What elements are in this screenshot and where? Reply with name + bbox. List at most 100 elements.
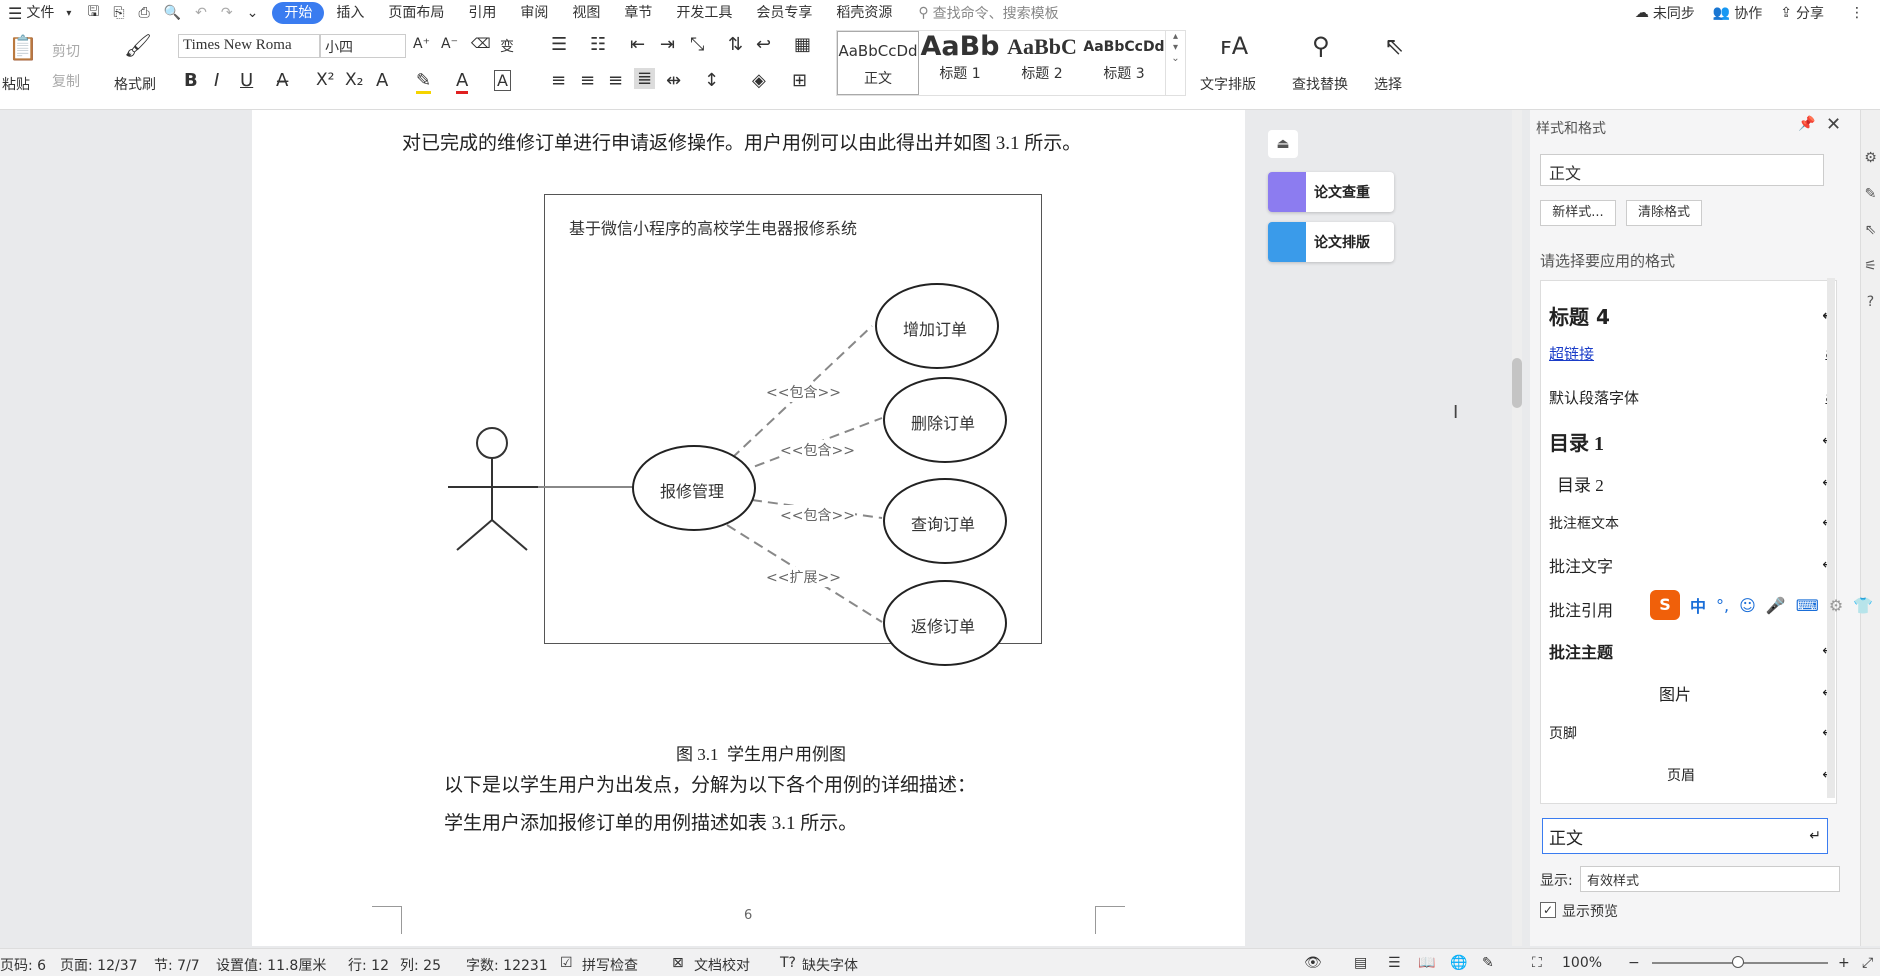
ime-toolbar[interactable]: S 中 °, ☺ 🎤 ⌨ ⚙ 👕 xyxy=(1650,590,1873,620)
chinese-layout-icon[interactable]: ⤡ xyxy=(690,34,704,55)
tab-insert[interactable]: 插入 xyxy=(324,2,376,24)
highlight-icon[interactable]: ✎ xyxy=(416,70,432,94)
ime-mode[interactable]: 中 xyxy=(1690,593,1706,617)
preview-icon[interactable]: 🔍 xyxy=(164,5,181,21)
align-right-icon[interactable]: ≡ xyxy=(608,70,623,91)
zoom-in-icon[interactable]: + xyxy=(1838,955,1850,971)
status-words[interactable]: 字数: 12231 xyxy=(466,955,548,975)
command-search[interactable]: 查找命令、搜索模板 xyxy=(933,3,1059,23)
web-view-icon[interactable]: 🌐 xyxy=(1450,955,1467,971)
zoom-slider-thumb[interactable] xyxy=(1732,956,1744,968)
format-painter-button[interactable]: 格式刷 xyxy=(114,74,156,94)
sidebar-icon[interactable]: ⇖ xyxy=(1861,222,1880,238)
style-item[interactable]: 页眉↵ xyxy=(1549,765,1834,785)
sidebar-icon[interactable]: ⚟ xyxy=(1861,258,1880,274)
shrink-font-icon[interactable]: A⁻ xyxy=(441,36,458,52)
tab-references[interactable]: 引用 xyxy=(456,2,508,24)
current-style-select[interactable]: 正文 xyxy=(1540,154,1824,186)
zoom-level[interactable]: 100% xyxy=(1562,955,1602,971)
font-color-icon[interactable]: A xyxy=(456,70,469,94)
font-size-select[interactable]: 小四 xyxy=(320,34,406,58)
text-effect-icon[interactable]: A xyxy=(376,70,388,91)
tab-home[interactable]: 开始 xyxy=(272,2,325,24)
print-icon[interactable]: ⎙ xyxy=(139,5,150,21)
font-family-select[interactable]: Times New Roma xyxy=(178,34,320,58)
sidebar-icon[interactable]: ✎ xyxy=(1861,186,1880,202)
style-item[interactable]: 标题 4↵ xyxy=(1549,301,1834,330)
text-layout-button[interactable]: 文字排版 xyxy=(1200,74,1256,94)
toolbox-icon[interactable]: ⚙ xyxy=(1829,596,1843,615)
close-icon[interactable]: ✕ xyxy=(1826,114,1841,135)
bullet-list-icon[interactable]: ☰ xyxy=(551,34,567,55)
style-item[interactable]: 页脚↵ xyxy=(1549,723,1834,743)
format-painter-icon[interactable]: 🖌 xyxy=(124,34,152,59)
save-icon[interactable]: 🖫 xyxy=(87,1,99,25)
italic-icon[interactable]: I xyxy=(214,70,219,91)
page-view-icon[interactable]: ▤ xyxy=(1354,955,1367,971)
strikethrough-icon[interactable]: A̶ xyxy=(276,70,288,91)
scrollbar-thumb[interactable] xyxy=(1512,358,1522,408)
paper-check-button[interactable]: 论文查重 xyxy=(1268,172,1394,212)
style-heading-2[interactable]: AaBbC 标题 2 xyxy=(1001,31,1083,95)
tab-developer[interactable]: 开发工具 xyxy=(664,2,744,24)
find-replace-button[interactable]: 查找替换 xyxy=(1292,74,1348,94)
distribute-icon[interactable]: ⇹ xyxy=(666,70,681,91)
outdent-icon[interactable]: ⇤ xyxy=(630,34,645,55)
undo-icon[interactable]: ↶ xyxy=(195,5,207,21)
style-item[interactable]: 默认段落字体a xyxy=(1549,387,1834,408)
tab-docer[interactable]: 稻壳资源 xyxy=(824,2,904,24)
clear-format-icon[interactable]: ⌫ xyxy=(471,36,491,52)
table-icon[interactable]: ▦ xyxy=(794,34,811,55)
document-page[interactable]: 对已完成的维修订单进行申请返修操作。用户用例可以由此得出并如图 3.1 所示。 … xyxy=(252,110,1245,946)
border-icon[interactable]: ⊞ xyxy=(792,70,807,91)
redo-icon[interactable]: ↷ xyxy=(221,5,233,21)
tab-page-layout[interactable]: 页面布局 xyxy=(376,2,456,24)
microphone-icon[interactable]: 🎤 xyxy=(1766,596,1786,615)
more-menu-icon[interactable]: ⋮ xyxy=(1850,5,1864,21)
eye-protection-icon[interactable]: 👁 xyxy=(1304,955,1322,971)
tab-chapter[interactable]: 章节 xyxy=(612,2,664,24)
style-item[interactable]: 图片↵ xyxy=(1549,681,1834,705)
skin-icon[interactable]: 👕 xyxy=(1853,596,1873,615)
justify-icon[interactable]: ≣ xyxy=(634,68,656,89)
number-list-icon[interactable]: ☷ xyxy=(590,34,606,55)
tab-view[interactable]: 视图 xyxy=(560,2,612,24)
show-marks-icon[interactable]: ↩ xyxy=(756,34,771,55)
vertical-scrollbar[interactable] xyxy=(1512,110,1522,946)
proof-button[interactable]: 文档校对 xyxy=(694,955,750,975)
spell-check-button[interactable]: 拼写检查 xyxy=(582,955,638,975)
style-item[interactable]: 目录 1↵ xyxy=(1549,427,1834,456)
copy-button[interactable]: 复制 xyxy=(52,71,80,91)
char-border-icon[interactable]: A xyxy=(494,70,511,91)
line-spacing-icon[interactable]: ↕ xyxy=(704,70,719,91)
punctuation-icon[interactable]: °, xyxy=(1716,596,1729,615)
keyboard-icon[interactable]: ⌨ xyxy=(1796,596,1819,615)
paste-button[interactable]: 粘贴 xyxy=(2,74,30,94)
shading-icon[interactable]: ◈ xyxy=(752,70,766,91)
panel-title[interactable]: 样式和格式 xyxy=(1536,118,1606,138)
align-left-icon[interactable]: ≡ xyxy=(551,70,566,91)
sort-icon[interactable]: ⇅ xyxy=(728,34,743,55)
tab-review[interactable]: 审阅 xyxy=(508,2,560,24)
menu-icon[interactable]: ☰ xyxy=(8,4,22,23)
select-button[interactable]: 选择 xyxy=(1374,74,1402,94)
collapse-button[interactable]: ⏏ xyxy=(1268,130,1298,158)
emoji-icon[interactable]: ☺ xyxy=(1739,596,1756,615)
bold-icon[interactable]: B xyxy=(184,70,198,91)
sidebar-icon[interactable]: ? xyxy=(1861,294,1880,310)
tab-member[interactable]: 会员专享 xyxy=(744,2,824,24)
style-gallery-scroll[interactable]: ▴ ▾ ⌄ xyxy=(1165,31,1185,95)
subscript-icon[interactable]: X₂ xyxy=(345,70,363,90)
text-layout-icon[interactable]: ꜰA xyxy=(1220,32,1248,60)
indent-icon[interactable]: ⇥ xyxy=(660,34,675,55)
phonetic-icon[interactable]: 变 xyxy=(500,36,514,56)
outline-view-icon[interactable]: ☰ xyxy=(1388,955,1401,971)
sidebar-icon[interactable]: ⚙ xyxy=(1861,150,1880,166)
align-center-icon[interactable]: ≡ xyxy=(580,70,595,91)
status-page[interactable]: 页面: 12/37 xyxy=(60,955,138,975)
fit-page-icon[interactable]: ⛶ xyxy=(1532,955,1542,971)
share-button[interactable]: 分享 xyxy=(1796,3,1824,23)
style-item[interactable]: 批注框文本↵ xyxy=(1549,513,1834,533)
paper-layout-button[interactable]: 论文排版 xyxy=(1268,222,1394,262)
superscript-icon[interactable]: X² xyxy=(316,70,334,90)
